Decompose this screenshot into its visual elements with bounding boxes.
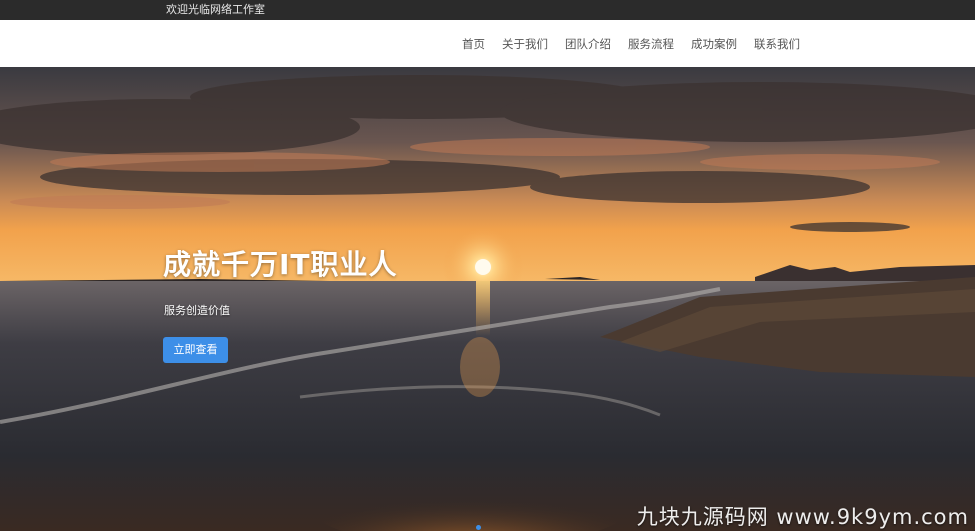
hero-title: 成就千万IT职业人	[163, 248, 398, 281]
view-now-button[interactable]: 立即查看	[163, 337, 228, 363]
nav-item-process[interactable]: 服务流程	[628, 37, 674, 51]
nav-item-contact[interactable]: 联系我们	[754, 37, 800, 51]
nav-item-about[interactable]: 关于我们	[502, 37, 548, 51]
nav-item-home[interactable]: 首页	[462, 37, 485, 51]
main-nav: 首页 关于我们 团队介绍 服务流程 成功案例 联系我们	[462, 37, 800, 51]
hero-background-image	[0, 67, 975, 531]
nav-item-cases[interactable]: 成功案例	[691, 37, 737, 51]
slider-indicator-dot[interactable]	[476, 525, 481, 530]
navigation-bar: 首页 关于我们 团队介绍 服务流程 成功案例 联系我们	[0, 20, 975, 68]
top-bar: 欢迎光临网络工作室	[0, 0, 975, 20]
hero-banner: 成就千万IT职业人 服务创造价值 立即查看 九块九源码网 www.9k9ym.c…	[0, 67, 975, 531]
welcome-text: 欢迎光临网络工作室	[166, 3, 265, 16]
nav-item-team[interactable]: 团队介绍	[565, 37, 611, 51]
hero-subtitle: 服务创造价值	[164, 304, 230, 317]
watermark-text: 九块九源码网 www.9k9ym.com	[636, 505, 969, 529]
